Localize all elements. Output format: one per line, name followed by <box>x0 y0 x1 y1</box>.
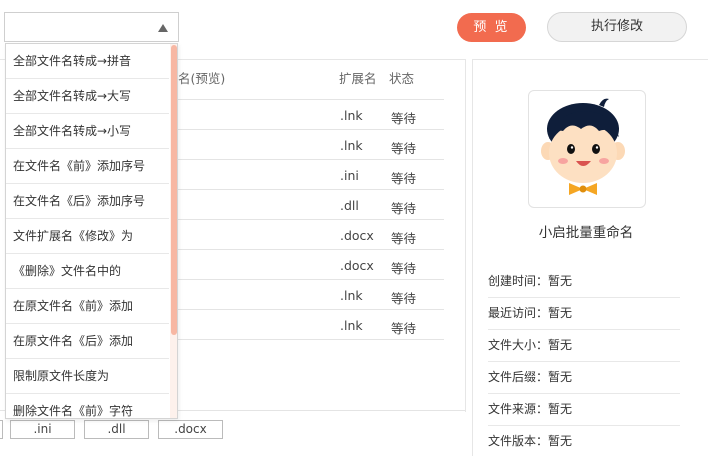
ext-tag-partial <box>0 420 3 439</box>
info-created-time: 创建时间：暂无 <box>488 266 680 298</box>
dropdown-item[interactable]: 《删除》文件名中的 <box>6 254 169 289</box>
dropdown-item[interactable]: 全部文件名转成→小写 <box>6 114 169 149</box>
row-status: 等待 <box>391 231 417 246</box>
dropdown-item[interactable]: 在文件名《后》添加序号 <box>6 184 169 219</box>
column-header-name-preview[interactable]: 名(预览) <box>178 68 225 87</box>
dropdown-item[interactable]: 限制原文件长度为 <box>6 359 169 394</box>
operation-select[interactable] <box>4 12 179 42</box>
ext-tag[interactable]: .docx <box>158 420 223 439</box>
dropdown-scrollbar-thumb[interactable] <box>171 45 177 335</box>
info-panel-divider <box>472 59 473 456</box>
app-logo <box>528 90 646 208</box>
ext-tag[interactable]: .ini <box>10 420 75 439</box>
info-file-source: 文件来源：暂无 <box>488 394 680 426</box>
table-row-divider <box>178 309 444 310</box>
table-row-divider <box>178 249 444 250</box>
table-row-divider <box>178 159 444 160</box>
row-extension: .dll <box>340 198 359 213</box>
row-extension: .ini <box>340 168 359 183</box>
column-header-status[interactable]: 状态 <box>389 68 414 87</box>
table-row-divider <box>178 219 444 220</box>
table-row-divider <box>178 129 444 130</box>
app-name: 小启批量重命名 <box>538 225 634 241</box>
row-status: 等待 <box>391 261 417 276</box>
operation-dropdown-list[interactable]: 全部文件名转成→拼音 全部文件名转成→大写 全部文件名转成→小写 在文件名《前》添加序… <box>5 43 178 419</box>
dropdown-item[interactable]: 删除文件名《前》字符 <box>6 394 169 418</box>
row-extension: .docx <box>340 258 374 273</box>
cartoon-boy-icon <box>541 98 625 195</box>
dropdown-item[interactable]: 在文件名《前》添加序号 <box>6 149 169 184</box>
info-panel-top-border <box>472 59 708 60</box>
dropdown-item[interactable]: 全部文件名转成→大写 <box>6 79 169 114</box>
info-file-version: 文件版本：暂无 <box>488 434 573 448</box>
row-extension: .docx <box>340 228 374 243</box>
preview-button[interactable]: 预 览 <box>457 13 526 42</box>
info-last-access: 最近访问：暂无 <box>488 298 680 330</box>
header-divider <box>178 99 444 100</box>
dropdown-item[interactable]: 全部文件名转成→拼音 <box>6 44 169 79</box>
column-header-extension[interactable]: 扩展名 <box>339 68 377 87</box>
row-extension: .lnk <box>340 318 363 333</box>
row-extension: .lnk <box>340 138 363 153</box>
row-status: 等待 <box>391 321 417 336</box>
table-row-divider <box>178 189 444 190</box>
triangle-up-icon[interactable] <box>158 24 168 32</box>
row-extension: .lnk <box>340 108 363 123</box>
dropdown-item[interactable]: 文件扩展名《修改》为 <box>6 219 169 254</box>
dropdown-item[interactable]: 在原文件名《后》添加 <box>6 324 169 359</box>
info-file-suffix: 文件后缀：暂无 <box>488 362 680 394</box>
table-row-divider <box>178 339 444 340</box>
row-status: 等待 <box>391 111 417 126</box>
row-status: 等待 <box>391 291 417 306</box>
execute-button[interactable]: 执行修改 <box>547 12 687 42</box>
ext-tag[interactable]: .dll <box>84 420 149 439</box>
row-status: 等待 <box>391 171 417 186</box>
info-file-size: 文件大小：暂无 <box>488 330 680 362</box>
row-status: 等待 <box>391 201 417 216</box>
table-row-divider <box>178 279 444 280</box>
dropdown-item[interactable]: 在原文件名《前》添加 <box>6 289 169 324</box>
row-extension: .lnk <box>340 288 363 303</box>
row-status: 等待 <box>391 141 417 156</box>
